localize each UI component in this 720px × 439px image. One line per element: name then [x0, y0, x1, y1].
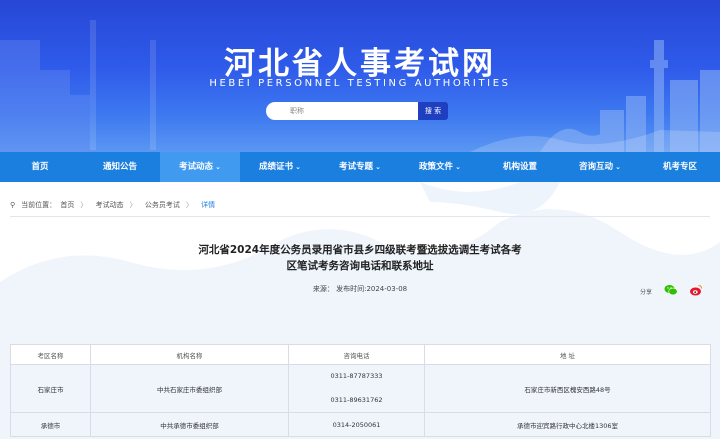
- phone-spacer: [291, 382, 422, 395]
- chevron-down-icon: ⌄: [295, 163, 301, 171]
- nav-item-exam-topics[interactable]: 考试专题 ⌄: [320, 152, 400, 182]
- main-navigation: 首页 通知公告 考试动态 ⌄ 成绩证书 ⌄ 考试专题 ⌄ 政策文件 ⌄ 机构设置 咨询互…: [0, 152, 720, 182]
- search-button[interactable]: 搜 索: [418, 102, 448, 120]
- nav-label: 政策文件: [419, 162, 454, 172]
- nav-label: 考试专题: [339, 162, 374, 172]
- breadcrumb-separator: 〉: [185, 201, 193, 209]
- article-title-line: 河北省2024年度公务员录用省市县乡四级联考暨选拔选调生考试各考: [198, 244, 522, 256]
- share-label: 分享: [640, 289, 653, 296]
- table-cell-phone: 0311-87787333 0311-89631762: [288, 364, 425, 413]
- table-row: 石家庄市 中共石家庄市委组织部 0311-87787333 0311-89631…: [10, 364, 711, 413]
- table-header-cell: 考区名称: [10, 344, 91, 365]
- nav-label: 咨询互动: [579, 162, 614, 172]
- chevron-down-icon: ⌄: [215, 163, 221, 171]
- phone-number: 0311-87787333: [330, 372, 383, 380]
- site-subtitle: HEBEI PERSONNEL TESTING AUTHORITIES: [209, 78, 511, 89]
- article-title-line: 区笔试考务咨询电话和联系地址: [286, 260, 434, 272]
- table-header-cell: 地 址: [424, 344, 711, 365]
- article-meta: 来源： 发布时间:2024-03-08: [312, 285, 408, 293]
- nav-label: 机构设置: [502, 162, 537, 172]
- table-header-cell: 咨询电话: [288, 344, 425, 365]
- table-cell-area: 承德市: [10, 412, 91, 437]
- table-cell-address: 石家庄市新西区槐安西路48号: [424, 364, 711, 413]
- chevron-down-icon: ⌄: [615, 163, 621, 171]
- nav-item-home[interactable]: 首页: [0, 152, 80, 182]
- table-row: 承德市 中共承德市委组织部 0314-2050061 承德市迎宾路行政中心北楼1…: [10, 412, 711, 437]
- breadcrumb: ⚲ 当前位置： 首页〉 考试动态〉 公务员考试〉 详情: [10, 200, 221, 210]
- chevron-down-icon: ⌄: [455, 163, 461, 171]
- breadcrumb-separator: 〉: [80, 201, 88, 209]
- nav-item-policies[interactable]: 政策文件 ⌄: [400, 152, 480, 182]
- article-title: 河北省2024年度公务员录用省市县乡四级联考暨选拔选调生考试各考 区笔试考务咨询…: [180, 242, 540, 274]
- phone-number: 0311-89631762: [330, 396, 383, 404]
- nav-label: 考试动态: [179, 162, 214, 172]
- breadcrumb-link-home[interactable]: 首页: [60, 201, 74, 209]
- table-cell-address: 承德市迎宾路行政中心北楼1306室: [424, 412, 711, 437]
- nav-item-notices[interactable]: 通知公告: [80, 152, 160, 182]
- table-cell-area: 石家庄市: [10, 364, 91, 413]
- nav-item-computer-exam[interactable]: 机考专区: [640, 152, 720, 182]
- table-cell-org: 中共石家庄市委组织部: [90, 364, 289, 413]
- nav-label: 成绩证书: [259, 162, 294, 172]
- nav-label: 机考专区: [662, 162, 697, 172]
- nav-label: 通知公告: [102, 162, 137, 172]
- breadcrumb-current: 详情: [201, 201, 216, 209]
- contact-table: 考区名称 机构名称 咨询电话 地 址 石家庄市 中共石家庄市委组织部 0311-…: [10, 344, 711, 437]
- breadcrumb-link-civil-service[interactable]: 公务员考试: [145, 201, 180, 209]
- table-cell-org: 中共承德市委组织部: [90, 412, 289, 437]
- site-title: 河北省人事考试网: [224, 46, 496, 82]
- nav-item-organization[interactable]: 机构设置: [480, 152, 560, 182]
- breadcrumb-prefix: 当前位置：: [21, 201, 57, 209]
- breadcrumb-link-exam-news[interactable]: 考试动态: [96, 201, 124, 209]
- divider: [10, 216, 710, 217]
- nav-item-consultation[interactable]: 咨询互动 ⌄: [560, 152, 640, 182]
- nav-label: 首页: [31, 162, 49, 172]
- wechat-icon[interactable]: [664, 283, 678, 297]
- chevron-down-icon: ⌄: [375, 163, 381, 171]
- table-header-cell: 机构名称: [90, 344, 289, 365]
- nav-item-scores[interactable]: 成绩证书 ⌄: [240, 152, 320, 182]
- table-cell-phone: 0314-2050061: [288, 412, 425, 437]
- nav-item-exam-news[interactable]: 考试动态 ⌄: [160, 152, 240, 182]
- header-banner: 河北省人事考试网 HEBEI PERSONNEL TESTING AUTHORI…: [0, 0, 720, 152]
- search-input[interactable]: 职称: [266, 102, 418, 120]
- table-header-row: 考区名称 机构名称 咨询电话 地 址: [10, 344, 711, 365]
- weibo-icon[interactable]: [689, 283, 703, 297]
- location-pin-icon: ⚲: [10, 201, 16, 209]
- breadcrumb-separator: 〉: [129, 201, 137, 209]
